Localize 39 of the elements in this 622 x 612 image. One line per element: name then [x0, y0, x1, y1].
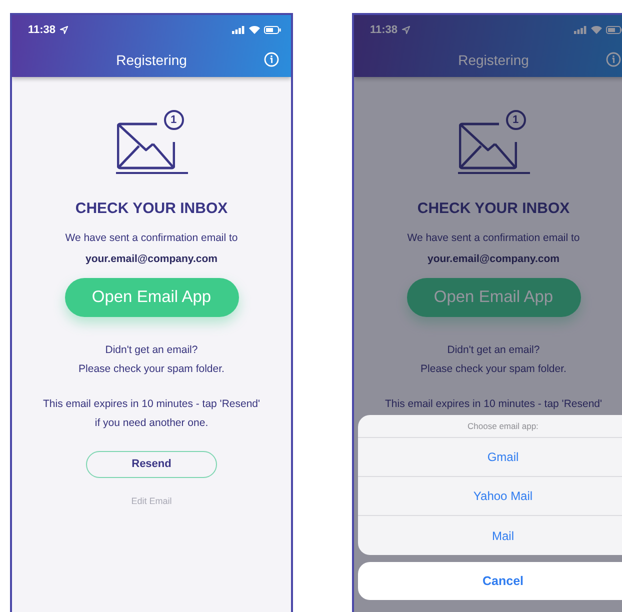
location-arrow-icon: [402, 26, 410, 34]
signal-icon: [232, 26, 245, 34]
location-arrow-icon: [60, 26, 68, 34]
wifi-icon: [249, 26, 260, 34]
email-address: your.email@company.com: [427, 252, 560, 268]
sheet-option[interactable]: Mail: [358, 516, 622, 555]
email-address: your.email@company.com: [85, 252, 218, 268]
expiry-text: if you need another one.: [94, 416, 210, 431]
help-text: Didn't get an email?: [446, 343, 541, 358]
open-email-app-button[interactable]: Open Email App: [64, 278, 238, 317]
notification-badge: 1: [506, 110, 526, 130]
notification-badge: 1: [164, 110, 184, 130]
screen-title: Registering: [458, 50, 529, 70]
inbox-heading: CHECK YOUR INBOX: [75, 199, 228, 219]
help-text: Please check your spam folder.: [420, 362, 566, 377]
wifi-icon: [591, 26, 602, 34]
envelope-icon: [458, 122, 516, 170]
expiry-text: This email expires in 10 minutes - tap 'Resend': [42, 397, 260, 412]
info-icon[interactable]: [264, 52, 279, 67]
battery-icon: [264, 26, 281, 34]
info-icon[interactable]: [606, 52, 621, 67]
screen-title: Registering: [116, 50, 187, 70]
status-time: 11:38: [370, 22, 398, 38]
resend-button[interactable]: Resend: [86, 451, 217, 478]
inbox-heading: CHECK YOUR INBOX: [417, 199, 570, 219]
status-time: 11:38: [28, 22, 56, 38]
signal-icon: [574, 26, 587, 34]
envelope-icon: [116, 122, 174, 170]
confirmation-message: We have sent a confirmation email to: [407, 230, 580, 246]
sheet-title: Choose email app:: [358, 415, 622, 438]
help-text: Please check your spam folder.: [78, 362, 224, 377]
help-text: Didn't get an email?: [104, 343, 199, 358]
confirmation-message: We have sent a confirmation email to: [65, 230, 238, 246]
edit-email-link[interactable]: Edit Email: [131, 495, 172, 508]
sheet-option[interactable]: Yahoo Mail: [358, 477, 622, 516]
battery-icon: [606, 26, 622, 34]
cancel-button[interactable]: Cancel: [358, 562, 622, 600]
sheet-option[interactable]: Gmail: [358, 438, 622, 477]
expiry-text: This email expires in 10 minutes - tap 'Resend': [384, 397, 602, 412]
